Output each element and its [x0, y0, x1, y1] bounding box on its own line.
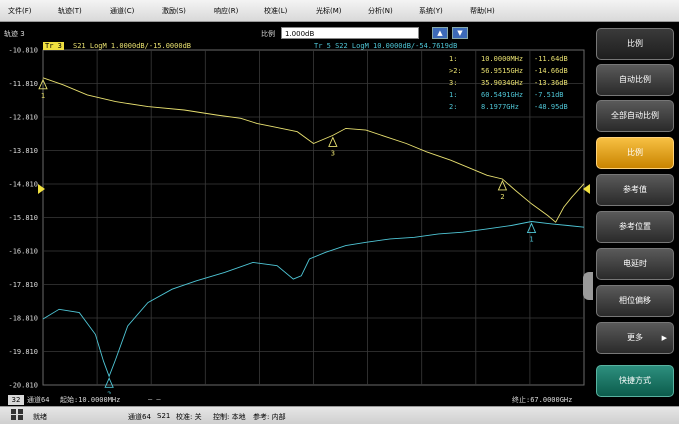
softkey-phase-offset[interactable]: 相位偏移 — [596, 285, 674, 317]
menu-system[interactable]: 系统(Y) — [419, 6, 443, 16]
softkey-panel: 比例 自动比例 全部自动比例 比例 参考值 参考位置 电延时 相位偏移 更多 ▶ … — [590, 22, 679, 406]
marker-freq: 35.9034GHz — [481, 79, 524, 87]
arrow-up-icon: ▲ — [437, 29, 443, 37]
softkey-label: 电延时 — [623, 259, 647, 268]
menu-bar: 文件(F) 轨迹(T) 通道(C) 激励(S) 响应(R) 校准(L) 光标(M… — [0, 0, 679, 22]
marker-prefix: 1: — [449, 55, 458, 63]
status-ref: 参考: 内部 — [253, 413, 286, 421]
softkey-scale[interactable]: 比例 — [596, 137, 674, 169]
start-frequency[interactable]: 起始:10.0000MHz — [60, 395, 120, 405]
y-tick-label: -11.810 — [8, 80, 38, 88]
y-tick-label: -19.810 — [8, 348, 38, 356]
scale-label: 比例 — [261, 30, 275, 38]
menu-help[interactable]: 帮助(H) — [470, 6, 495, 16]
marker-number-label: 3 — [331, 149, 335, 157]
marker-prefix: >2: — [449, 67, 462, 75]
marker-number-label: 1 — [41, 92, 45, 100]
scale-input[interactable]: 1.000dB — [281, 27, 419, 39]
marker-freq: 60.5491GHz — [481, 91, 524, 99]
panel-collapse-handle[interactable] — [583, 272, 593, 300]
softkey-label: 快捷方式 — [619, 376, 651, 385]
marker-number-label: 1 — [529, 236, 533, 244]
status-ready: 就绪 — [33, 413, 47, 421]
chevron-right-icon: ▶ — [661, 334, 667, 342]
scale-up-button[interactable]: ▲ — [432, 27, 448, 39]
softkey-scale-title[interactable]: 比例 — [596, 28, 674, 60]
y-tick-label: -14.810 — [8, 181, 38, 189]
menu-trace[interactable]: 轨迹(T) — [58, 6, 82, 16]
trace-title: 轨迹 3 — [4, 30, 25, 38]
marker-freq: 56.9515GHz — [481, 67, 524, 75]
y-tick-label: -10.810 — [8, 47, 38, 55]
status-param: S21 — [157, 412, 171, 420]
menu-analysis[interactable]: 分析(N) — [368, 6, 393, 16]
arrow-down-icon: ▼ — [457, 29, 463, 37]
marker-prefix: 3: — [449, 79, 458, 87]
marker-prefix: 2: — [449, 103, 458, 111]
trace-3-tag[interactable]: Tr 3 — [43, 42, 64, 50]
menu-file[interactable]: 文件(F) — [8, 6, 32, 16]
marker-number-label: 2 — [500, 193, 504, 201]
softkey-ref-value[interactable]: 参考值 — [596, 174, 674, 206]
softkey-label: 参考值 — [623, 185, 647, 194]
y-tick-label: -20.810 — [8, 382, 38, 390]
y-tick-label: -18.810 — [8, 315, 38, 323]
marker-value: -48.95dB — [534, 103, 568, 111]
status-cal: 校准: 关 — [176, 413, 202, 421]
softkey-label: 比例 — [627, 148, 643, 157]
channel-name: 通道64 — [27, 396, 50, 404]
softkey-autoscale-all[interactable]: 全部自动比例 — [596, 100, 674, 132]
softkey-more[interactable]: 更多 ▶ — [596, 322, 674, 354]
menu-marker[interactable]: 光标(M) — [316, 6, 342, 16]
marker-value: -13.36dB — [534, 79, 568, 87]
marker-freq: 10.0000MHz — [481, 55, 524, 63]
marker-value: -14.66dB — [534, 67, 568, 75]
windows-start-icon[interactable] — [11, 409, 24, 421]
softkey-label: 自动比例 — [619, 75, 651, 84]
marker-prefix: 1: — [449, 91, 458, 99]
status-control: 控制: 本地 — [213, 413, 246, 421]
scale-down-button[interactable]: ▼ — [452, 27, 468, 39]
status-bar: 就绪 通道64 S21 校准: 关 控制: 本地 参考: 内部 — [0, 406, 679, 424]
softkey-label: 相位偏移 — [619, 296, 651, 305]
softkey-ref-position[interactable]: 参考位置 — [596, 211, 674, 243]
menu-response[interactable]: 响应(R) — [214, 6, 238, 16]
y-tick-label: -17.810 — [8, 281, 38, 289]
y-tick-label: -16.810 — [8, 248, 38, 256]
softkey-electrical-delay[interactable]: 电延时 — [596, 248, 674, 280]
channel-dash: — — — [148, 395, 161, 403]
y-tick-label: -13.810 — [8, 147, 38, 155]
marker-value: -11.64dB — [534, 55, 568, 63]
marker-value: -7.51dB — [534, 91, 564, 99]
channel-number[interactable]: 32 — [8, 395, 24, 405]
softkey-label: 比例 — [627, 39, 643, 48]
trace-3-header: S21 LogM 1.0000dB/-15.0000dB — [73, 42, 192, 50]
status-channel: 通道64 — [128, 413, 151, 421]
menu-stimulus[interactable]: 激励(S) — [162, 6, 186, 16]
softkey-shortcut[interactable]: 快捷方式 — [596, 365, 674, 397]
softkey-autoscale[interactable]: 自动比例 — [596, 64, 674, 96]
menu-calibration[interactable]: 校准(L) — [264, 6, 287, 16]
trace-5-header: Tr 5 S22 LogM 10.0000dB/-54.7619dB — [314, 42, 458, 50]
softkey-label: 更多 — [627, 333, 643, 342]
marker-freq: 8.1977GHz — [481, 103, 519, 111]
softkey-label: 全部自动比例 — [611, 111, 659, 120]
stop-frequency[interactable]: 终止:67.0000GHz — [512, 395, 572, 405]
softkey-label: 参考位置 — [619, 222, 651, 231]
menu-channel[interactable]: 通道(C) — [110, 6, 134, 16]
y-tick-label: -15.810 — [8, 214, 38, 222]
y-tick-label: -12.810 — [8, 114, 38, 122]
